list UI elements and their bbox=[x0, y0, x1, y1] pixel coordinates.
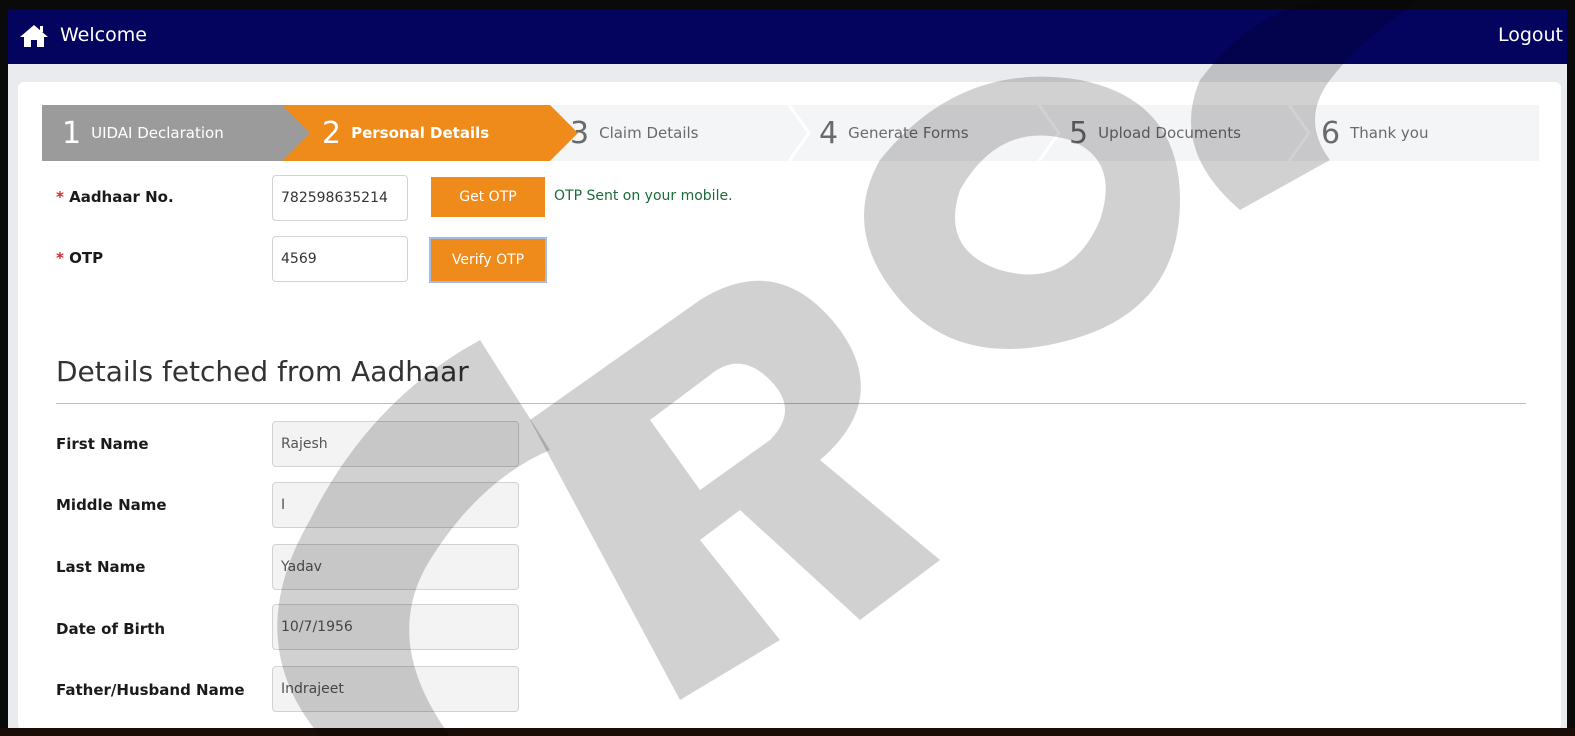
step-number: 4 bbox=[819, 115, 839, 151]
step-separator bbox=[1037, 105, 1061, 161]
step-label: Upload Documents bbox=[1098, 124, 1241, 142]
date-of-birth-label: Date of Birth bbox=[56, 620, 166, 638]
last-name-field[interactable] bbox=[272, 544, 519, 590]
step-number: 2 bbox=[322, 115, 342, 151]
step-label: Personal Details bbox=[351, 124, 490, 142]
step-label: Generate Forms bbox=[848, 124, 969, 142]
first-name-field[interactable] bbox=[272, 421, 519, 467]
step-number: 3 bbox=[570, 115, 590, 151]
step-claim-details[interactable]: 3 Claim Details bbox=[570, 105, 698, 161]
step-uidai-declaration[interactable]: 1 UIDAI Declaration bbox=[42, 105, 282, 161]
father-husband-name-field[interactable] bbox=[272, 666, 519, 712]
last-name-label: Last Name bbox=[56, 558, 146, 576]
middle-name-field[interactable] bbox=[272, 482, 519, 528]
step-thank-you[interactable]: 6 Thank you bbox=[1321, 105, 1428, 161]
logout-link[interactable]: Logout bbox=[1498, 24, 1563, 46]
wizard-steps: 1 UIDAI Declaration 2 Personal Details 3… bbox=[42, 105, 1539, 161]
welcome-title: Welcome bbox=[60, 24, 147, 46]
bottom-border bbox=[0, 728, 1575, 736]
step-separator bbox=[1287, 105, 1311, 161]
first-name-label: First Name bbox=[56, 435, 149, 453]
form-card bbox=[18, 82, 1561, 730]
step-personal-details[interactable]: 2 Personal Details bbox=[322, 105, 552, 161]
required-marker: * bbox=[56, 249, 64, 267]
section-divider bbox=[56, 403, 1526, 404]
step-upload-documents[interactable]: 5 Upload Documents bbox=[1069, 105, 1241, 161]
home-icon[interactable] bbox=[18, 23, 50, 49]
step-divider bbox=[282, 105, 310, 161]
aadhaar-label: * Aadhaar No. bbox=[56, 188, 174, 206]
verify-otp-button[interactable]: Verify OTP bbox=[429, 237, 547, 283]
required-marker: * bbox=[56, 188, 64, 206]
top-border bbox=[0, 0, 1575, 8]
step-number: 5 bbox=[1069, 115, 1089, 151]
father-husband-name-label: Father/Husband Name bbox=[56, 681, 245, 699]
aadhaar-input[interactable] bbox=[272, 175, 408, 221]
top-navbar: Welcome Logout bbox=[8, 8, 1567, 64]
otp-label-text: OTP bbox=[69, 249, 104, 267]
middle-name-label: Middle Name bbox=[56, 496, 167, 514]
step-label: UIDAI Declaration bbox=[91, 124, 224, 142]
step-label: Claim Details bbox=[599, 124, 699, 142]
aadhaar-label-text: Aadhaar No. bbox=[69, 188, 174, 206]
step-number: 6 bbox=[1321, 115, 1341, 151]
step-generate-forms[interactable]: 4 Generate Forms bbox=[819, 105, 969, 161]
otp-input[interactable] bbox=[272, 236, 408, 282]
step-label: Thank you bbox=[1350, 124, 1429, 142]
otp-sent-message: OTP Sent on your mobile. bbox=[554, 188, 733, 204]
otp-label: * OTP bbox=[56, 249, 103, 267]
section-title: Details fetched from Aadhaar bbox=[56, 355, 469, 388]
get-otp-button[interactable]: Get OTP bbox=[431, 177, 545, 217]
date-of-birth-field[interactable] bbox=[272, 604, 519, 650]
step-separator bbox=[787, 105, 811, 161]
step-number: 1 bbox=[62, 115, 82, 151]
